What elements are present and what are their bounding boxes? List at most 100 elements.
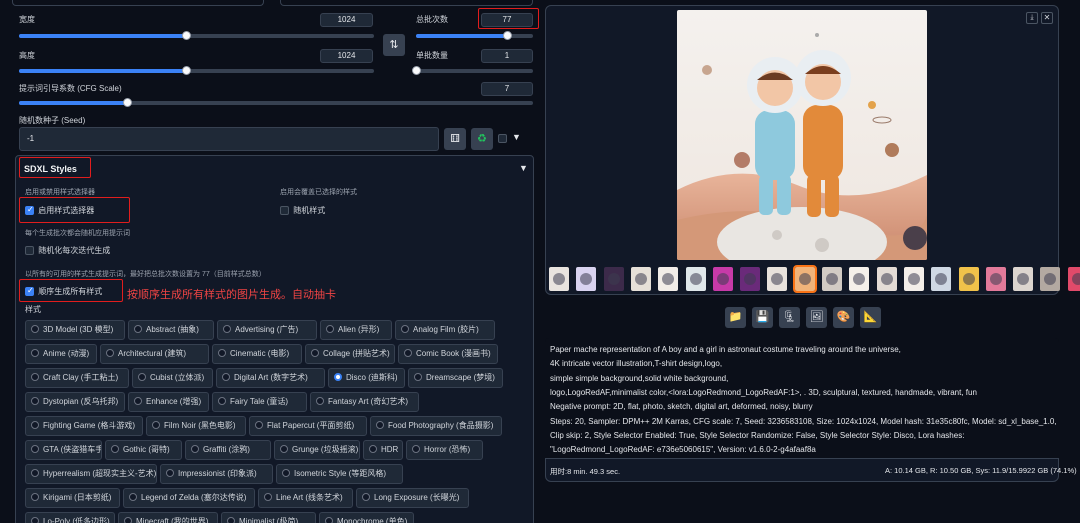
radio-dot[interactable]: [223, 324, 231, 333]
caret-down-icon[interactable]: ▼: [512, 132, 521, 142]
radio-dot[interactable]: [282, 468, 290, 477]
all-styles-checkbox[interactable]: [25, 286, 34, 297]
collapse-triangle-icon[interactable]: ▼: [519, 163, 528, 173]
style-radio-option[interactable]: Cubist (立体派): [132, 368, 213, 388]
radio-dot[interactable]: [326, 324, 334, 333]
radio-dot[interactable]: [166, 468, 174, 477]
radio-dot[interactable]: [218, 396, 226, 405]
seed-input[interactable]: -1: [19, 127, 439, 151]
style-radio-option[interactable]: Line Art (线条艺术): [258, 488, 353, 508]
download-icon[interactable]: ⤓: [1026, 12, 1038, 24]
all-styles-row[interactable]: 顺序生成所有样式: [25, 286, 102, 297]
radio-dot[interactable]: [31, 372, 39, 381]
thumbnail-image[interactable]: [1040, 267, 1061, 291]
batch-count-input[interactable]: 77: [481, 13, 533, 27]
style-radio-option[interactable]: Advertising (广告): [217, 320, 317, 340]
thumbnail-image[interactable]: [685, 267, 706, 291]
style-radio-option[interactable]: Minimalist (极简): [221, 512, 316, 523]
style-radio-option[interactable]: Enhance (增强): [128, 392, 209, 412]
style-radio-option[interactable]: Cinematic (电影): [212, 344, 302, 364]
thumbnail-image[interactable]: [1067, 267, 1080, 291]
recycle-icon[interactable]: ♻: [471, 128, 493, 150]
width-input[interactable]: 1024: [320, 13, 373, 27]
randomize-each-row[interactable]: 随机化每次迭代生成: [25, 245, 110, 256]
sdxl-styles-title[interactable]: SDXL Styles: [24, 164, 77, 174]
enable-checkbox[interactable]: [25, 205, 34, 216]
slider-thumb[interactable]: [503, 31, 513, 40]
slider-thumb[interactable]: [412, 66, 421, 75]
swap-arrows-icon[interactable]: ⇅: [383, 34, 405, 56]
thumbnail-image[interactable]: [549, 267, 569, 291]
radio-dot[interactable]: [255, 420, 263, 429]
thumbnail-image[interactable]: [822, 267, 842, 291]
style-radio-option[interactable]: Kirigami (日本剪纸): [25, 488, 120, 508]
style-radio-option[interactable]: Minecraft (我的世界): [118, 512, 218, 523]
radio-dot[interactable]: [129, 492, 137, 501]
radio-dot[interactable]: [264, 492, 272, 501]
radio-dot[interactable]: [401, 324, 409, 333]
seed-extra-checkbox[interactable]: [498, 134, 507, 144]
radio-dot[interactable]: [111, 444, 119, 453]
style-radio-option[interactable]: Fantasy Art (奇幻艺术): [310, 392, 419, 412]
height-slider[interactable]: [19, 66, 374, 75]
dice-icon[interactable]: ⚅: [444, 128, 466, 150]
radio-dot[interactable]: [31, 492, 39, 501]
style-radio-option[interactable]: Alien (异形): [320, 320, 392, 340]
radio-dot[interactable]: [334, 372, 342, 381]
radio-dot[interactable]: [222, 372, 230, 381]
radio-dot[interactable]: [31, 396, 39, 405]
radio-dot[interactable]: [414, 372, 422, 381]
save-icon[interactable]: 💾: [752, 307, 773, 328]
image-icon[interactable]: 🖼: [806, 307, 827, 328]
radio-dot[interactable]: [31, 348, 39, 357]
style-radio-option[interactable]: HDR: [363, 440, 403, 460]
style-radio-option[interactable]: Craft Clay (手工粘土): [25, 368, 129, 388]
random-checkbox[interactable]: [280, 206, 289, 216]
radio-dot[interactable]: [362, 492, 370, 501]
style-radio-option[interactable]: Monochrome (单色): [319, 512, 414, 523]
thumbnail-image[interactable]: [658, 267, 679, 291]
close-icon[interactable]: ✕: [1041, 12, 1053, 24]
thumbnail-image[interactable]: [876, 267, 897, 291]
thumbnail-image[interactable]: [931, 267, 952, 291]
folder-icon[interactable]: 📁: [725, 307, 746, 328]
style-radio-option[interactable]: Dreamscape (梦境): [408, 368, 503, 388]
style-radio-option[interactable]: Anime (动漫): [25, 344, 97, 364]
randomize-each-checkbox[interactable]: [25, 246, 34, 256]
radio-dot[interactable]: [280, 444, 288, 453]
style-radio-option[interactable]: Gothic (哥特): [105, 440, 182, 460]
style-radio-option[interactable]: Isometric Style (等距风格): [276, 464, 403, 484]
radio-dot[interactable]: [369, 444, 377, 453]
batch-size-slider[interactable]: [412, 66, 533, 75]
radio-dot[interactable]: [31, 324, 39, 333]
cfg-input[interactable]: 7: [481, 82, 533, 96]
radio-dot[interactable]: [412, 444, 420, 453]
slider-thumb[interactable]: [181, 66, 191, 75]
radio-dot[interactable]: [325, 516, 333, 523]
radio-dot[interactable]: [191, 444, 199, 453]
style-radio-option[interactable]: Flat Papercut (平面剪纸): [249, 416, 367, 436]
radio-dot[interactable]: [31, 420, 39, 429]
style-radio-option[interactable]: Grunge (垃圾摇滚): [274, 440, 360, 460]
style-radio-option[interactable]: Architectural (建筑): [100, 344, 209, 364]
thumbnail-image[interactable]: [576, 267, 597, 291]
style-radio-option[interactable]: Graffiti (涂鸦): [185, 440, 271, 460]
thumbnail-image[interactable]: [712, 267, 733, 291]
radio-dot[interactable]: [138, 372, 146, 381]
style-radio-option[interactable]: Hyperrealism (超现实主义-艺术): [25, 464, 157, 484]
style-radio-option[interactable]: Dystopian (反乌托邦): [25, 392, 125, 412]
thumbnail-image[interactable]: [740, 267, 761, 291]
thumbnail-image[interactable]: [603, 267, 624, 291]
ruler-icon[interactable]: 📐: [860, 307, 881, 328]
batch-count-slider[interactable]: [416, 31, 533, 40]
style-radio-option[interactable]: Legend of Zelda (塞尔达传说): [123, 488, 255, 508]
batch-size-input[interactable]: 1: [481, 49, 533, 63]
thumbnail-image[interactable]: [792, 265, 817, 293]
radio-dot[interactable]: [124, 516, 132, 523]
thumbnail-image[interactable]: [903, 267, 924, 291]
style-radio-option[interactable]: Food Photography (食品摄影): [370, 416, 502, 436]
style-radio-option[interactable]: Long Exposure (长曝光): [356, 488, 469, 508]
cfg-slider[interactable]: [19, 98, 533, 107]
enable-checkbox-row[interactable]: 启用样式选择器: [25, 205, 94, 216]
thumbnail-image[interactable]: [985, 267, 1006, 291]
